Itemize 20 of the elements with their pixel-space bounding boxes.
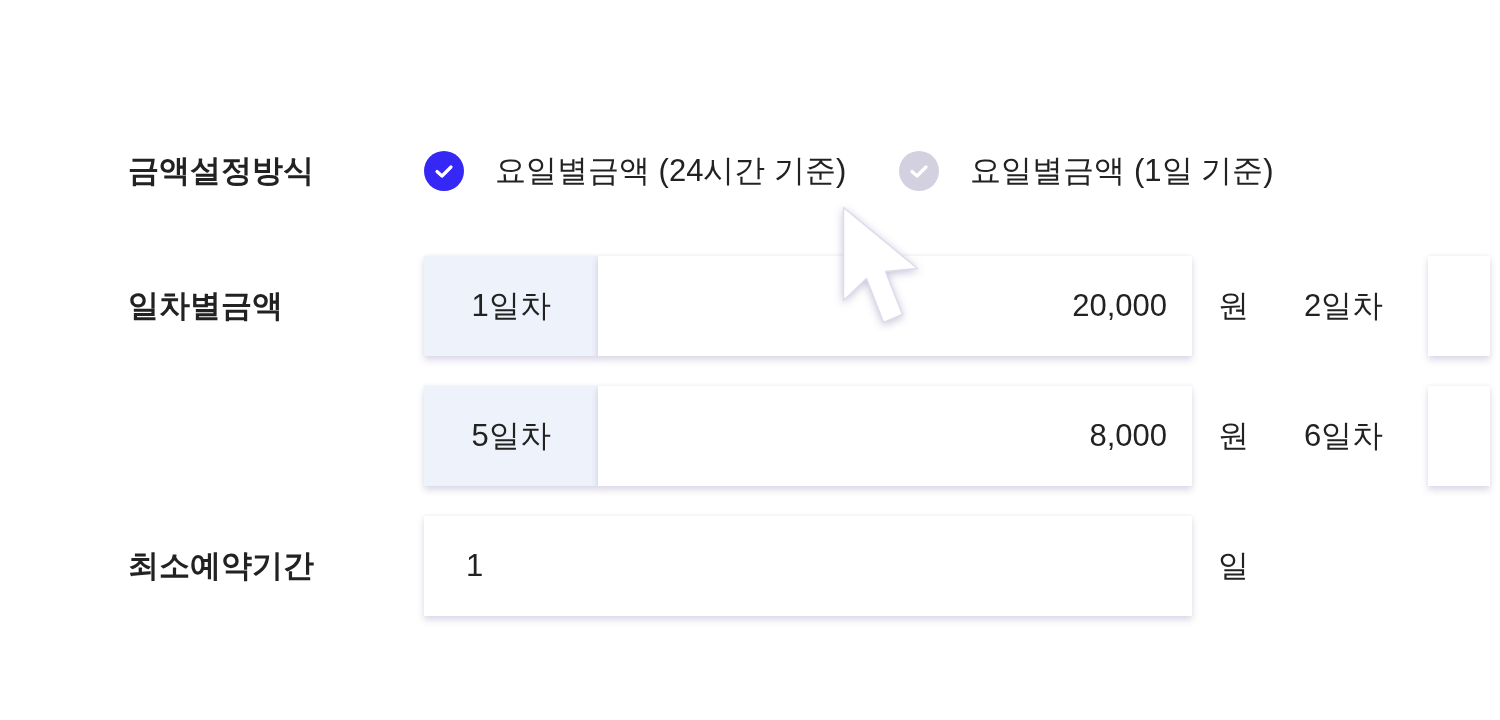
field-label: 일차별금액 [128, 286, 283, 325]
unit-label: 원 [1218, 286, 1249, 325]
amount-input[interactable]: 8,000 [598, 386, 1192, 486]
day-label: 2일차 [1304, 286, 1384, 325]
radio-label[interactable]: 요일별금액 (24시간 기준) [495, 151, 847, 191]
radio-check-icon[interactable] [899, 151, 940, 191]
field-label: 최소예약기간 [128, 546, 314, 585]
day-prefix: 5일차 [424, 386, 598, 486]
field-label: 금액설정방식 [128, 151, 314, 190]
day-label: 6일차 [1304, 416, 1384, 455]
mouse-pointer-icon [841, 205, 919, 325]
input-field[interactable]: 1 [424, 516, 1192, 616]
unit-label: 일 [1218, 546, 1249, 585]
radio-check-icon[interactable] [424, 151, 464, 191]
amount-input[interactable] [1428, 386, 1491, 486]
unit-label: 원 [1218, 416, 1249, 455]
amount-input[interactable] [1428, 256, 1491, 356]
day-prefix: 1일차 [424, 256, 598, 356]
radio-label[interactable]: 요일별금액 (1일 기준) [970, 151, 1274, 191]
amount-input[interactable]: 20,000 [598, 256, 1192, 356]
